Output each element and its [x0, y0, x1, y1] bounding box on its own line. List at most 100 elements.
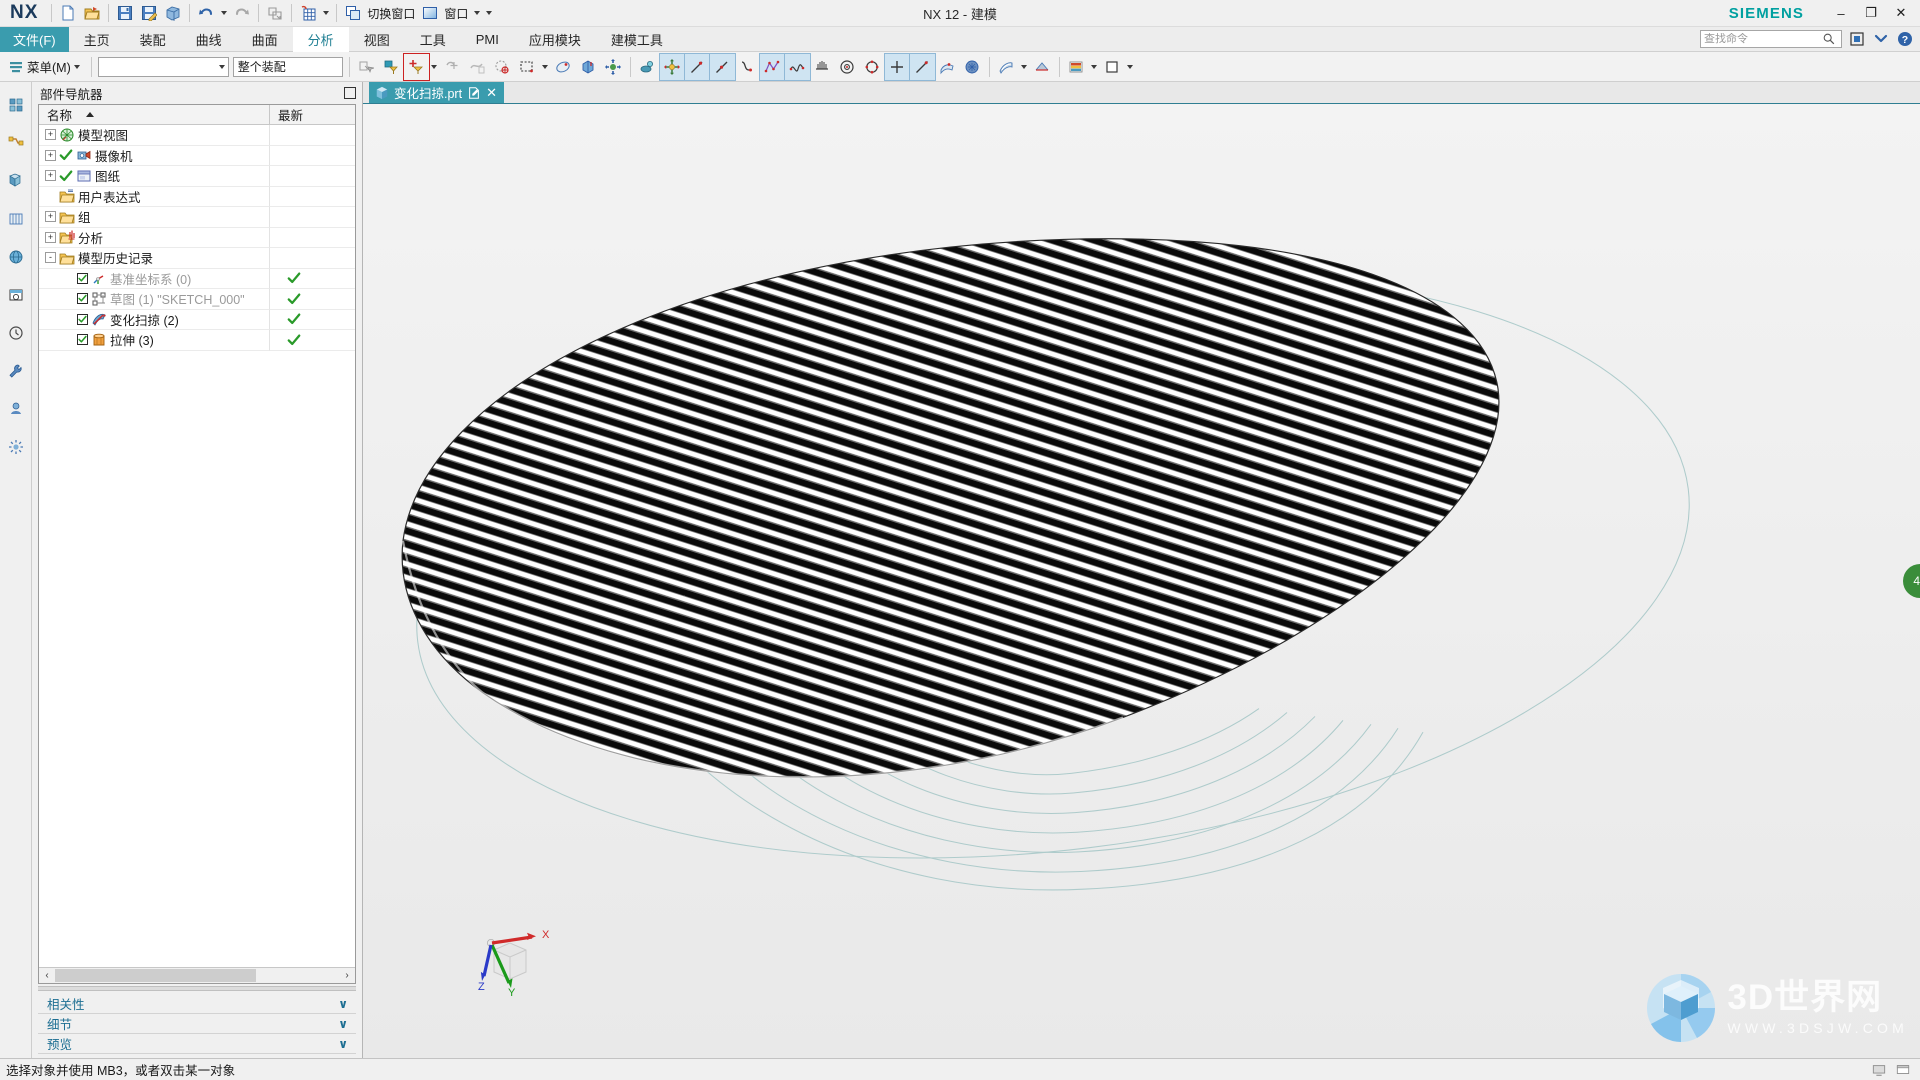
- display-style-dropdown[interactable]: [1125, 54, 1136, 80]
- feature-checkbox[interactable]: [77, 313, 88, 325]
- qat-overflow[interactable]: [483, 2, 495, 25]
- tree-row-model-views[interactable]: + 模型视图: [39, 125, 355, 146]
- measure-distance-button[interactable]: [576, 54, 601, 80]
- point-filter-button[interactable]: [402, 52, 430, 81]
- tree-row-sketch[interactable]: 草图 (1) "SKETCH_000": [39, 289, 355, 310]
- collapse-ribbon-button[interactable]: [1871, 30, 1890, 49]
- tree-row-analysis[interactable]: + 分析: [39, 227, 355, 248]
- simple-curve-button[interactable]: [683, 52, 711, 81]
- line-endpoint-button[interactable]: [908, 52, 936, 81]
- selection-filter-combo[interactable]: [97, 56, 229, 77]
- deviation-gauge-button[interactable]: [960, 54, 985, 80]
- tab-modeling-tools[interactable]: 建模工具: [596, 27, 678, 52]
- expander-icon[interactable]: +: [45, 149, 56, 161]
- scroll-thumb[interactable]: [55, 969, 256, 982]
- measure-body-button[interactable]: [551, 54, 576, 80]
- curvature-comb-button[interactable]: [810, 54, 835, 80]
- orientation-triad[interactable]: X Y Z: [466, 920, 558, 998]
- tree-row-datum-csys[interactable]: 基准坐标系 (0): [39, 268, 355, 289]
- expander-icon[interactable]: +: [45, 211, 56, 223]
- undo-button[interactable]: [194, 2, 218, 25]
- column-header-name[interactable]: 名称: [39, 105, 270, 124]
- resource-system-scenes[interactable]: [3, 434, 28, 459]
- redo-button[interactable]: [230, 2, 254, 25]
- tab-curve[interactable]: 曲线: [181, 27, 237, 52]
- surface-analysis-button[interactable]: [935, 54, 960, 80]
- column-header-status[interactable]: 最新: [270, 105, 355, 124]
- section-view-button[interactable]: [263, 2, 287, 25]
- tab-file[interactable]: 文件(F): [0, 27, 69, 52]
- model-canvas[interactable]: [363, 104, 1920, 1058]
- display-style-button[interactable]: [1100, 54, 1125, 80]
- point-filter-dropdown[interactable]: [429, 54, 440, 80]
- tab-assembly[interactable]: 装配: [125, 27, 181, 52]
- resource-web-browser[interactable]: [3, 282, 28, 307]
- feature-checkbox[interactable]: [77, 272, 88, 284]
- tree-row-cameras[interactable]: + 摄像机: [39, 145, 355, 166]
- save-as-button[interactable]: [137, 2, 161, 25]
- fullscreen-button[interactable]: [1847, 30, 1866, 49]
- panel-splitter[interactable]: [38, 986, 356, 991]
- tab-home[interactable]: 主页: [69, 27, 125, 52]
- resource-constraint-navigator[interactable]: [3, 130, 28, 155]
- scroll-left-button[interactable]: ‹: [39, 968, 55, 983]
- switch-window-icon-button[interactable]: [341, 2, 365, 25]
- circle-points-button[interactable]: [860, 54, 885, 80]
- curve-point-button[interactable]: [708, 52, 736, 81]
- document-tab[interactable]: 变化扫掠.prt ✕: [369, 82, 504, 103]
- reflection-analysis-button[interactable]: [994, 54, 1019, 80]
- rectangle-select-dropdown[interactable]: [540, 54, 551, 80]
- reflection-dropdown[interactable]: [1019, 54, 1030, 80]
- radius-analysis-button[interactable]: [835, 54, 860, 80]
- resource-html-help[interactable]: [3, 244, 28, 269]
- help-button[interactable]: ?: [1895, 30, 1914, 49]
- edit-icon[interactable]: [467, 86, 481, 100]
- tab-pmi[interactable]: PMI: [461, 27, 514, 52]
- window-state-icon[interactable]: [1894, 1062, 1912, 1078]
- color-map-button[interactable]: [1064, 54, 1089, 80]
- open-document-button[interactable]: [80, 2, 104, 25]
- scroll-track[interactable]: [55, 968, 339, 983]
- resource-reuse-library[interactable]: [3, 206, 28, 231]
- tree-row-variational-sweep[interactable]: 变化扫掠 (2): [39, 309, 355, 330]
- tab-view[interactable]: 视图: [349, 27, 405, 52]
- window-label[interactable]: 窗口: [442, 5, 471, 22]
- new-document-button[interactable]: [56, 2, 80, 25]
- expander-icon[interactable]: -: [45, 252, 56, 264]
- pin-icon[interactable]: [344, 87, 356, 99]
- window-dropdown[interactable]: [471, 2, 483, 25]
- section-details[interactable]: 细节 ∨: [38, 1014, 356, 1034]
- expander-icon[interactable]: +: [45, 170, 56, 182]
- window-icon-button[interactable]: [418, 2, 442, 25]
- resource-roles[interactable]: [3, 396, 28, 421]
- section-analysis-button[interactable]: [1030, 54, 1055, 80]
- display-mode-button[interactable]: [635, 54, 660, 80]
- resource-process-studio[interactable]: [3, 358, 28, 383]
- tree-row-model-history[interactable]: - 模型历史记录: [39, 248, 355, 269]
- undo-dropdown[interactable]: [218, 2, 230, 25]
- scroll-right-button[interactable]: ›: [339, 968, 355, 983]
- section-dependencies[interactable]: 相关性 ∨: [38, 994, 356, 1014]
- curve-filter-button[interactable]: [465, 54, 490, 80]
- tab-tools[interactable]: 工具: [405, 27, 461, 52]
- monitor-icon[interactable]: [1870, 1062, 1888, 1078]
- save-bookmark-button[interactable]: [161, 2, 185, 25]
- feature-checkbox[interactable]: [77, 334, 88, 346]
- menu-button[interactable]: 菜单(M): [4, 55, 87, 79]
- scope-combo[interactable]: 整个装配: [232, 56, 343, 77]
- command-search[interactable]: [1700, 30, 1842, 48]
- tree-row-drawings[interactable]: + 图纸: [39, 166, 355, 187]
- switch-window-label[interactable]: 切换窗口: [365, 5, 418, 22]
- select-general-button[interactable]: [354, 54, 379, 80]
- polyline-analysis-button[interactable]: [758, 52, 786, 81]
- save-button[interactable]: [113, 2, 137, 25]
- tree-row-user-expressions[interactable]: 用户表达式: [39, 186, 355, 207]
- rectangle-select-button[interactable]: [515, 54, 540, 80]
- expander-icon[interactable]: +: [45, 129, 56, 141]
- expander-icon[interactable]: +: [45, 231, 56, 243]
- minimize-button[interactable]: –: [1826, 0, 1856, 26]
- feature-checkbox[interactable]: [77, 293, 88, 305]
- move-object-button[interactable]: [658, 52, 686, 81]
- wave-curve-button[interactable]: [783, 52, 811, 81]
- tree-horizontal-scrollbar[interactable]: ‹ ›: [39, 967, 355, 983]
